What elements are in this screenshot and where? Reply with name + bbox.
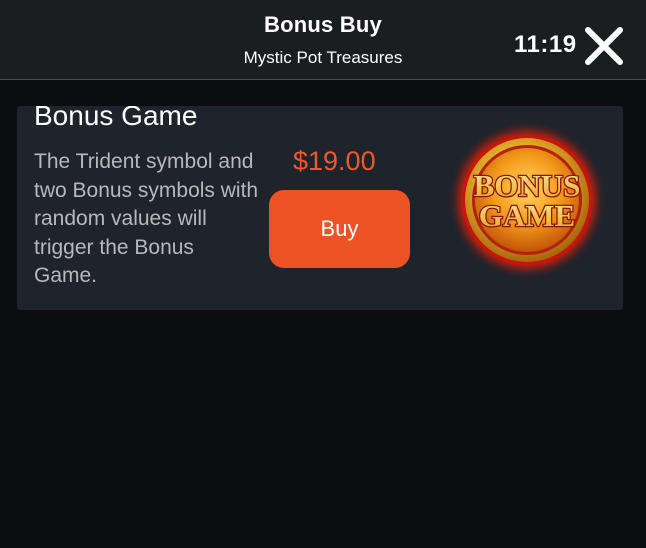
- offer-title: Bonus Game: [34, 106, 198, 131]
- close-button[interactable]: [584, 26, 624, 66]
- badge-line-2: GAME: [479, 198, 575, 233]
- offer-price: $19.00: [293, 146, 376, 176]
- bonus-offer-card: Bonus Game The Trident symbol and two Bo…: [17, 106, 623, 310]
- close-icon: [585, 27, 623, 65]
- offer-description: The Trident symbol and two Bonus symbols…: [34, 150, 259, 287]
- header-bar: Bonus Buy Mystic Pot Treasures 11:19: [0, 0, 646, 80]
- clock: 11:19: [514, 31, 577, 58]
- buy-button-label: Buy: [320, 216, 359, 241]
- buy-button[interactable]: Buy: [269, 190, 410, 268]
- bonus-game-badge-icon: BONUS GAME: [447, 120, 607, 280]
